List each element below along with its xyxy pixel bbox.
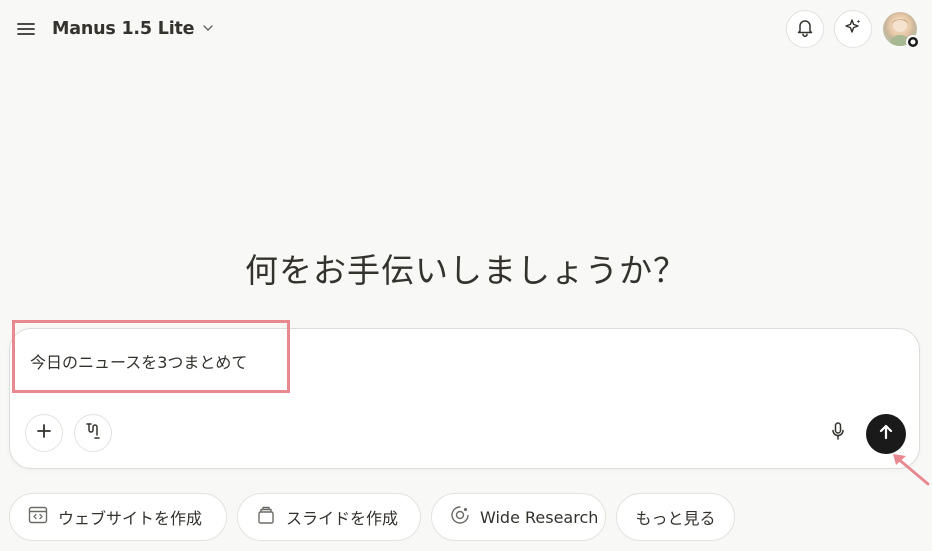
connectors-button[interactable] <box>74 414 112 452</box>
bell-icon <box>795 17 815 41</box>
prompt-composer: 今日のニュースを3つまとめて <box>9 328 920 469</box>
send-button[interactable] <box>866 414 906 454</box>
notifications-button[interactable] <box>786 10 824 48</box>
microphone-icon <box>829 421 847 445</box>
model-selector[interactable]: Manus 1.5 Lite <box>52 16 215 42</box>
website-icon <box>27 504 49 530</box>
connector-icon <box>83 421 103 445</box>
chevron-down-icon <box>201 20 215 39</box>
arrow-up-icon <box>877 423 895 445</box>
slides-icon <box>255 504 277 530</box>
create-website-chip[interactable]: ウェブサイトを作成 <box>9 493 227 541</box>
voice-input-button[interactable] <box>824 419 852 447</box>
chip-label: ウェブサイトを作成 <box>58 509 203 528</box>
chip-label: もっと見る <box>635 509 716 528</box>
page-title: 何をお手伝いしましょうか？ <box>245 251 687 290</box>
sparkle-button[interactable] <box>834 10 872 48</box>
avatar-badge <box>906 35 920 49</box>
menu-icon[interactable] <box>16 19 36 39</box>
plus-icon <box>35 422 53 444</box>
avatar[interactable] <box>883 12 920 49</box>
sparkle-icon <box>843 17 863 41</box>
wide-research-icon <box>449 504 471 530</box>
see-more-chip[interactable]: もっと見る <box>616 493 735 541</box>
create-slides-chip[interactable]: スライドを作成 <box>237 493 421 541</box>
prompt-input[interactable]: 今日のニュースを3つまとめて <box>30 349 247 373</box>
model-name: Manus 1.5 Lite <box>52 19 195 39</box>
wide-research-chip[interactable]: Wide Research <box>431 493 606 541</box>
chip-label: Wide Research <box>480 507 599 527</box>
add-attachment-button[interactable] <box>25 414 63 452</box>
manus-home: Manus 1.5 Lite 何をお手伝いしましょうか？ 今日のニュースを3つま… <box>0 0 932 551</box>
chip-label: スライドを作成 <box>286 509 399 528</box>
